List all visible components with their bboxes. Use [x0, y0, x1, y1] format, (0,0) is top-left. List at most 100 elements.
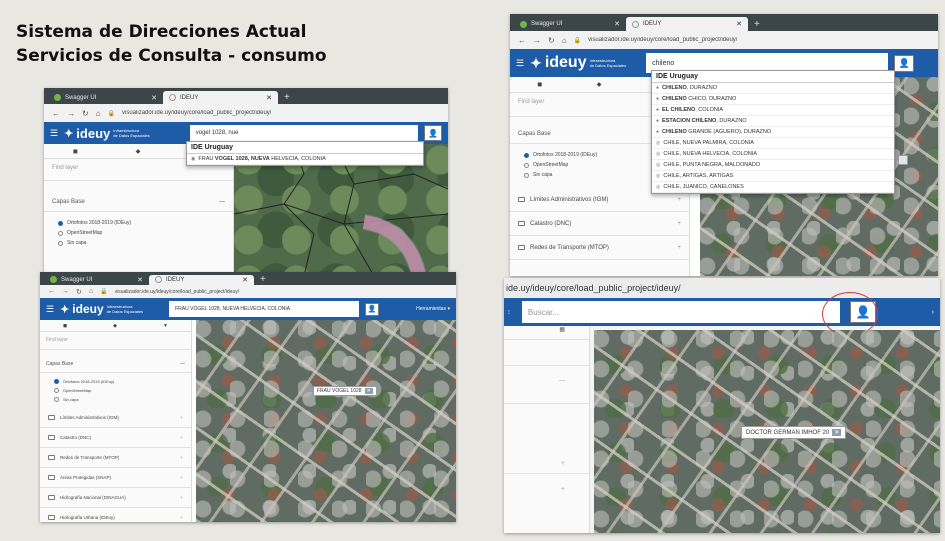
tag-icon[interactable]: ◆ — [597, 81, 602, 88]
back-icon[interactable]: ← — [518, 36, 526, 45]
forward-icon[interactable]: → — [67, 109, 75, 118]
search-result-item[interactable]: ◎ CHILE, PUNTA NEGRA, MALDONADO — [652, 160, 894, 171]
menu-icon[interactable]: ⁝ — [508, 309, 510, 316]
layers-icon[interactable]: ◼ — [63, 323, 67, 329]
base-option-none[interactable]: Sin capa — [44, 238, 233, 248]
search-result-item[interactable]: ● EL CHILENO, COLONIA — [652, 105, 894, 116]
search-result-item[interactable]: ◎ CHILE, JUANICO, CANELONES — [652, 182, 894, 193]
back-icon[interactable]: ← — [48, 288, 55, 295]
home-icon[interactable]: ⌂ — [96, 109, 101, 118]
filter-icon[interactable]: ▼ — [163, 323, 168, 329]
url-text[interactable]: visualizador.ide.uy/ideuy/core/load_publ… — [588, 37, 737, 43]
search-input[interactable]: Buscar... — [521, 301, 840, 323]
home-icon[interactable]: ⌂ — [89, 288, 93, 295]
tab-swagger[interactable]: Swagger UI ✕ — [48, 91, 163, 104]
home-icon[interactable]: ⌂ — [562, 36, 567, 45]
layer-group-hydro-national[interactable]: Hidrografía Nacional (DINAGUA) + — [40, 488, 191, 508]
tab-ideuy[interactable]: IDEUY ✕ — [149, 274, 254, 285]
base-option-osm[interactable]: OpenStreetMap — [40, 386, 191, 395]
search-button[interactable]: 👤 — [365, 302, 380, 316]
close-label-icon[interactable]: ✕ — [832, 429, 842, 436]
base-layers-header[interactable]: Capas Base — — [40, 356, 191, 373]
layer-group-admin[interactable]: Límites Administrativos (IGM) + — [40, 408, 191, 428]
radio-icon — [58, 230, 63, 236]
forward-icon[interactable]: → — [62, 288, 69, 295]
search-result-item[interactable]: ◎ CHILE, ARTIGAS, ARTIGAS — [652, 171, 894, 182]
layer-group-transport[interactable]: Redes de Transporte (MTOP) + — [510, 236, 689, 260]
expand-icon[interactable]: + — [180, 495, 183, 500]
layer-group-hydro-urban[interactable]: Hidrografía Urbana (IDEuy) + — [40, 508, 191, 522]
tab-ideuy[interactable]: IDEUY ✕ — [163, 91, 278, 104]
back-icon[interactable]: ← — [52, 109, 60, 118]
tag-icon[interactable]: ◆ — [136, 148, 141, 155]
expand-icon[interactable]: + — [677, 197, 681, 203]
location-pin-icon: ● — [656, 129, 660, 135]
filter-icon[interactable]: ▦ — [559, 326, 565, 339]
tab-ideuy[interactable]: IDEUY ✕ — [626, 17, 748, 31]
tools-menu-button[interactable]: Herramientas ▾ — [416, 306, 450, 312]
layer-group-protected[interactable]: Áreas Protegidas (SNAP) + — [40, 468, 191, 488]
collapse-icon[interactable]: — — [219, 199, 225, 205]
base-option-orthophoto[interactable]: Ortofotos 2018-2019 (IDEuy) — [40, 377, 191, 386]
base-option-orthophoto[interactable]: Ortofotos 2018-2019 (IDEuy) — [44, 218, 233, 228]
new-tab-button[interactable]: + — [748, 17, 766, 31]
expand-icon[interactable]: + — [180, 415, 183, 420]
tag-icon[interactable]: ◆ — [113, 323, 117, 329]
close-tab-icon[interactable]: ✕ — [137, 276, 143, 284]
tab-swagger[interactable]: Swagger UI ✕ — [44, 275, 149, 285]
expand-icon[interactable]: + — [180, 475, 183, 480]
reload-icon[interactable]: ↻ — [76, 288, 82, 296]
reload-icon[interactable]: ↻ — [548, 36, 555, 45]
url-text[interactable]: ide.uy/ideuy/core/load_public_project/id… — [506, 283, 681, 293]
search-result-item[interactable]: ● ESTACION CHILENO, DURAZNO — [652, 116, 894, 127]
layer-group-transport[interactable]: Redes de Transporte (MTOP) + — [40, 448, 191, 468]
url-text[interactable]: visualizador.ide.uy/ideuy/core/load_publ… — [122, 110, 271, 116]
base-option-none[interactable]: Sin capa — [40, 395, 191, 404]
collapse-icon[interactable]: — — [180, 361, 185, 367]
search-input[interactable]: vogel 1028, nue — [189, 125, 418, 141]
satellite-map-view[interactable]: DOCTOR GERMAN IMHOF 20 ✕ — [594, 330, 940, 533]
base-option-osm[interactable]: OpenStreetMap — [44, 228, 233, 238]
url-text[interactable]: visualizador.ide.uy/ideuy/core/load_publ… — [115, 289, 240, 295]
expand-icon[interactable]: + — [677, 245, 681, 251]
map-zoom-control[interactable] — [898, 155, 908, 165]
menu-icon[interactable]: ☰ — [50, 128, 58, 139]
expand-icon[interactable]: + — [561, 460, 565, 467]
search-result-item[interactable]: ● CHILENO CHICO, DURAZNO — [652, 94, 894, 105]
search-button[interactable]: 👤 — [894, 54, 915, 72]
layer-group-catastro[interactable]: Catastro (DNC) + — [510, 212, 689, 236]
close-tab-icon[interactable]: ✕ — [242, 276, 248, 284]
close-tab-icon[interactable]: ✕ — [614, 20, 620, 28]
collapse-icon[interactable]: — — [559, 378, 565, 384]
search-result-item[interactable]: ◎ CHILE, NUEVA HELVECIA, COLONIA — [652, 149, 894, 160]
layers-icon[interactable]: ◼ — [537, 81, 542, 88]
expand-icon[interactable]: + — [180, 435, 183, 440]
chevron-right-icon[interactable]: › — [932, 309, 934, 316]
expand-icon[interactable]: + — [180, 515, 183, 520]
expand-icon[interactable]: + — [561, 486, 565, 493]
reload-icon[interactable]: ↻ — [82, 109, 89, 118]
search-result-item[interactable]: ● CHILENO, DURAZNO — [652, 83, 894, 94]
close-tab-icon[interactable]: ✕ — [151, 94, 157, 102]
search-result-item[interactable]: ● CHILENO GRANDE (AGUERO), DURAZNO — [652, 127, 894, 138]
forward-icon[interactable]: → — [533, 36, 541, 45]
menu-icon[interactable]: ☰ — [46, 304, 54, 315]
search-input[interactable]: FRAU VOGEL 1028, NUEVA HELVECIA, COLONIA — [169, 301, 360, 317]
satellite-map-view[interactable]: FRAU VOGEL 1028 ✕ — [196, 320, 456, 522]
search-result-item[interactable]: ◉ FRAU VOGEL 1028, NUEVA HELVECIA, COLON… — [187, 154, 423, 165]
base-layers-header[interactable]: Capas Base — — [44, 193, 233, 212]
new-tab-button[interactable]: + — [254, 274, 272, 285]
search-button[interactable]: 👤 — [424, 125, 442, 141]
expand-icon[interactable]: + — [677, 221, 681, 227]
tab-swagger[interactable]: Swagger UI ✕ — [514, 17, 626, 31]
layers-icon[interactable]: ◼ — [73, 148, 78, 155]
close-tab-icon[interactable]: ✕ — [736, 20, 742, 28]
new-tab-button[interactable]: + — [278, 91, 296, 104]
close-label-icon[interactable]: ✕ — [364, 388, 373, 394]
close-tab-icon[interactable]: ✕ — [266, 94, 272, 102]
menu-icon[interactable]: ☰ — [516, 58, 524, 69]
expand-icon[interactable]: + — [180, 455, 183, 460]
find-layer-input[interactable]: Find layer — [40, 332, 191, 350]
search-result-item[interactable]: ◎ CHILE, NUEVA PALMIRA, COLONIA — [652, 138, 894, 149]
layer-group-catastro[interactable]: Catastro (DNC) + — [40, 428, 191, 448]
